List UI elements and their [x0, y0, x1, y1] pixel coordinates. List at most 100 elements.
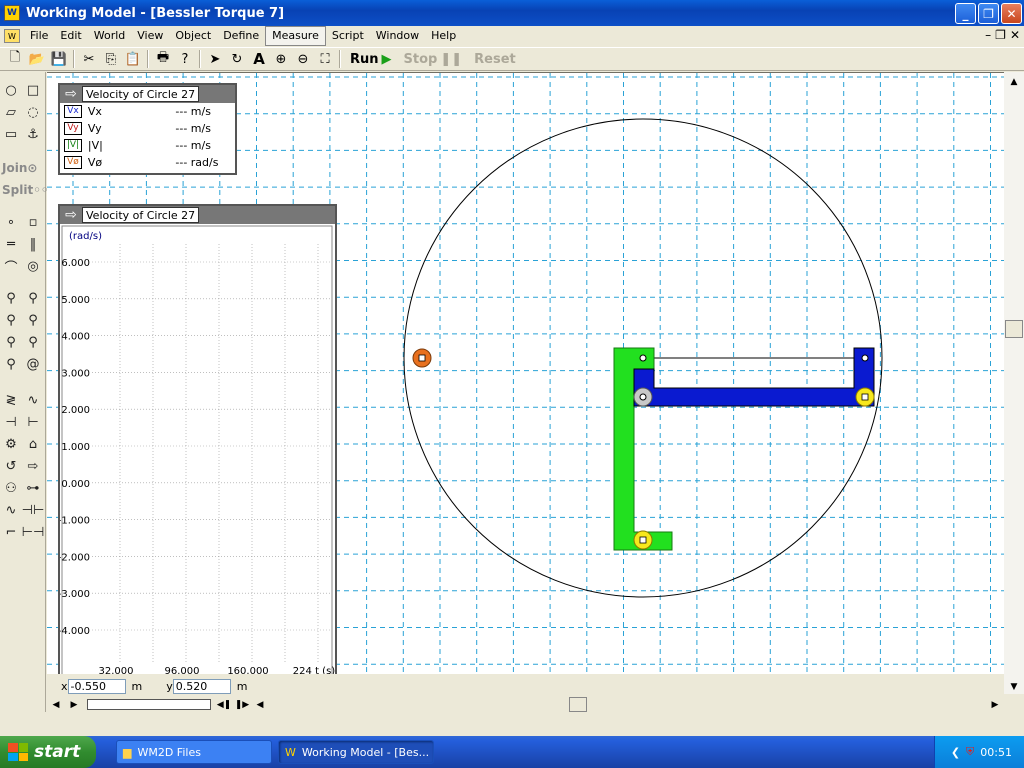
stop-button[interactable]: Stop ❚❚ [398, 52, 469, 67]
rectangle-tool-icon[interactable]: □ [22, 80, 44, 100]
task-wm2d-files[interactable]: ▆ WM2D Files [116, 740, 272, 764]
tape-end-icon[interactable]: ❚▶ [233, 696, 251, 713]
scroll-thumb-vertical[interactable] [1005, 320, 1023, 338]
scroll-left-button[interactable]: ◀ [251, 696, 269, 713]
simulation-workspace[interactable]: ⇨ Velocity of Circle 27 Vx Vx --- m/s Vy… [47, 72, 1004, 674]
torque-icon[interactable]: ∿ [0, 500, 22, 520]
tray-expand-icon[interactable]: ❮ [951, 746, 960, 759]
keyed-slot-icon[interactable]: ⚲ [22, 310, 44, 330]
new-file-icon[interactable]: 🗋 [4, 49, 26, 69]
menu-file[interactable]: File [24, 27, 54, 45]
gear-icon[interactable]: ⚙ [0, 434, 22, 454]
help-icon[interactable]: ? [174, 49, 196, 69]
slot-horizontal-icon[interactable]: ═ [0, 234, 22, 254]
copy-icon[interactable]: ⎘ [100, 49, 122, 69]
vertical-scrollbar[interactable]: ▲ ▼ [1004, 72, 1024, 694]
menu-measure[interactable]: Measure [265, 26, 326, 46]
run-button[interactable]: Run ▶ [344, 52, 398, 67]
reset-button[interactable]: Reset [468, 52, 522, 67]
graph-header[interactable]: ⇨ Velocity of Circle 27 [60, 206, 335, 224]
actuator-icon[interactable]: ⚇ [0, 478, 22, 498]
scroll-thumb-horizontal[interactable] [569, 697, 587, 712]
curved-slot-icon[interactable]: ⌒ [0, 256, 22, 276]
cut-icon[interactable]: ✂ [78, 49, 100, 69]
paste-icon[interactable]: 📋 [122, 49, 144, 69]
menu-world[interactable]: World [88, 27, 132, 45]
menu-help[interactable]: Help [425, 27, 462, 45]
menu-window[interactable]: Window [370, 27, 425, 45]
minimize-button[interactable]: _ [955, 3, 976, 24]
graph-plot[interactable]: 6.000 5.000 4.000 3.000 2.000 1.000 0.000 -1.00… [60, 224, 335, 674]
open-folder-icon[interactable]: 📂 [26, 49, 48, 69]
pin-joint-icon[interactable]: ⚲ [0, 288, 22, 308]
damper-icon[interactable]: ⊣ [0, 412, 22, 432]
join-button[interactable]: Join⊙ [2, 161, 37, 175]
graph-arrow-icon[interactable]: ⇨ [60, 207, 82, 223]
vmag-tag[interactable]: |V| [64, 139, 82, 152]
document-icon[interactable]: W [4, 29, 20, 43]
pulley-icon[interactable]: ⌂ [22, 434, 44, 454]
save-icon[interactable]: 💾 [48, 49, 70, 69]
select-arrow-icon[interactable]: ➤ [204, 49, 226, 69]
start-button[interactable]: start [0, 736, 96, 768]
curved-slot-joint-icon[interactable]: ⚲ [0, 332, 22, 352]
rotational-damper-icon[interactable]: ⊢ [22, 412, 44, 432]
rotate-icon[interactable]: ↻ [226, 49, 248, 69]
menu-script[interactable]: Script [326, 27, 370, 45]
zoom-out-icon[interactable]: ⊖ [292, 49, 314, 69]
rope-joint-icon[interactable]: ⚲ [0, 354, 22, 374]
zoom-fit-icon[interactable]: ⛶ [314, 49, 336, 69]
slot-joint-icon[interactable]: ⚲ [22, 332, 44, 352]
rigid-joint-icon[interactable]: ⚲ [22, 288, 44, 308]
closed-slot-icon[interactable]: ◎ [22, 256, 44, 276]
scroll-up-button[interactable]: ▲ [1005, 73, 1023, 90]
curved-body-tool-icon[interactable]: ◌ [22, 102, 44, 122]
menu-edit[interactable]: Edit [54, 27, 87, 45]
split-button[interactable]: Split◦◦ [2, 183, 49, 197]
anchor-tool-icon[interactable]: ⚓ [22, 124, 44, 144]
rope-icon[interactable]: ⌐ [0, 522, 22, 542]
tape-forward-icon[interactable]: ▶ [65, 696, 83, 713]
digital-meter[interactable]: ⇨ Velocity of Circle 27 Vx Vx --- m/s Vy… [58, 83, 237, 175]
restore-button[interactable]: ❐ [978, 3, 999, 24]
menu-view[interactable]: View [131, 27, 169, 45]
square-tool-icon[interactable]: ▭ [0, 124, 22, 144]
scroll-right-button[interactable]: ▶ [986, 696, 1004, 713]
linear-actuator-icon[interactable]: ⊶ [22, 478, 44, 498]
small-pin-point-right[interactable] [861, 354, 869, 362]
square-point-tool-icon[interactable]: ▫ [22, 212, 44, 232]
print-icon[interactable]: 🖶 [152, 49, 174, 69]
vphi-tag[interactable]: Vø [64, 156, 82, 169]
security-shield-icon[interactable]: ⛨ [966, 745, 974, 759]
text-tool-icon[interactable]: A [248, 49, 270, 69]
graph-meter[interactable]: ⇨ Velocity of Circle 27 6.000 5.000 4.000 3… [58, 204, 337, 674]
mdi-restore-button[interactable]: ❐ [995, 28, 1006, 42]
point-tool-icon[interactable]: ∘ [0, 212, 22, 232]
meter-arrow-icon[interactable]: ⇨ [60, 86, 82, 102]
close-button[interactable]: ✕ [1001, 3, 1022, 24]
polygon-tool-icon[interactable]: ▱ [0, 102, 22, 122]
menu-define[interactable]: Define [217, 27, 265, 45]
keyed-joint-icon[interactable]: ⚲ [0, 310, 22, 330]
tape-slider[interactable] [87, 699, 211, 710]
meter-header[interactable]: ⇨ Velocity of Circle 27 [60, 85, 235, 103]
tape-start-icon[interactable]: ◀❚ [215, 696, 233, 713]
force-arrow-icon[interactable]: ⇨ [22, 456, 44, 476]
mdi-close-button[interactable]: ✕ [1010, 28, 1020, 42]
spring-icon[interactable]: ≷ [0, 390, 22, 410]
x-coord-field[interactable] [67, 678, 126, 694]
zoom-in-icon[interactable]: ⊕ [270, 49, 292, 69]
task-working-model[interactable]: W Working Model - [Bes... [278, 740, 434, 764]
spiral-joint-icon[interactable]: @ [22, 354, 44, 374]
separator-joint-icon[interactable]: ⊣⊢ [22, 500, 45, 520]
mdi-minimize-button[interactable]: – [985, 28, 991, 42]
menu-object[interactable]: Object [169, 27, 217, 45]
circle-tool-icon[interactable]: ○ [0, 80, 22, 100]
small-pin-point-top[interactable] [639, 354, 647, 362]
tape-back-icon[interactable]: ◀ [47, 696, 65, 713]
slot-vertical-icon[interactable]: ‖ [22, 234, 44, 254]
vx-tag[interactable]: Vx [64, 105, 82, 118]
motor-icon[interactable]: ↺ [0, 456, 22, 476]
rod-icon[interactable]: ⊢⊣ [22, 522, 45, 542]
vy-tag[interactable]: Vy [64, 122, 82, 135]
